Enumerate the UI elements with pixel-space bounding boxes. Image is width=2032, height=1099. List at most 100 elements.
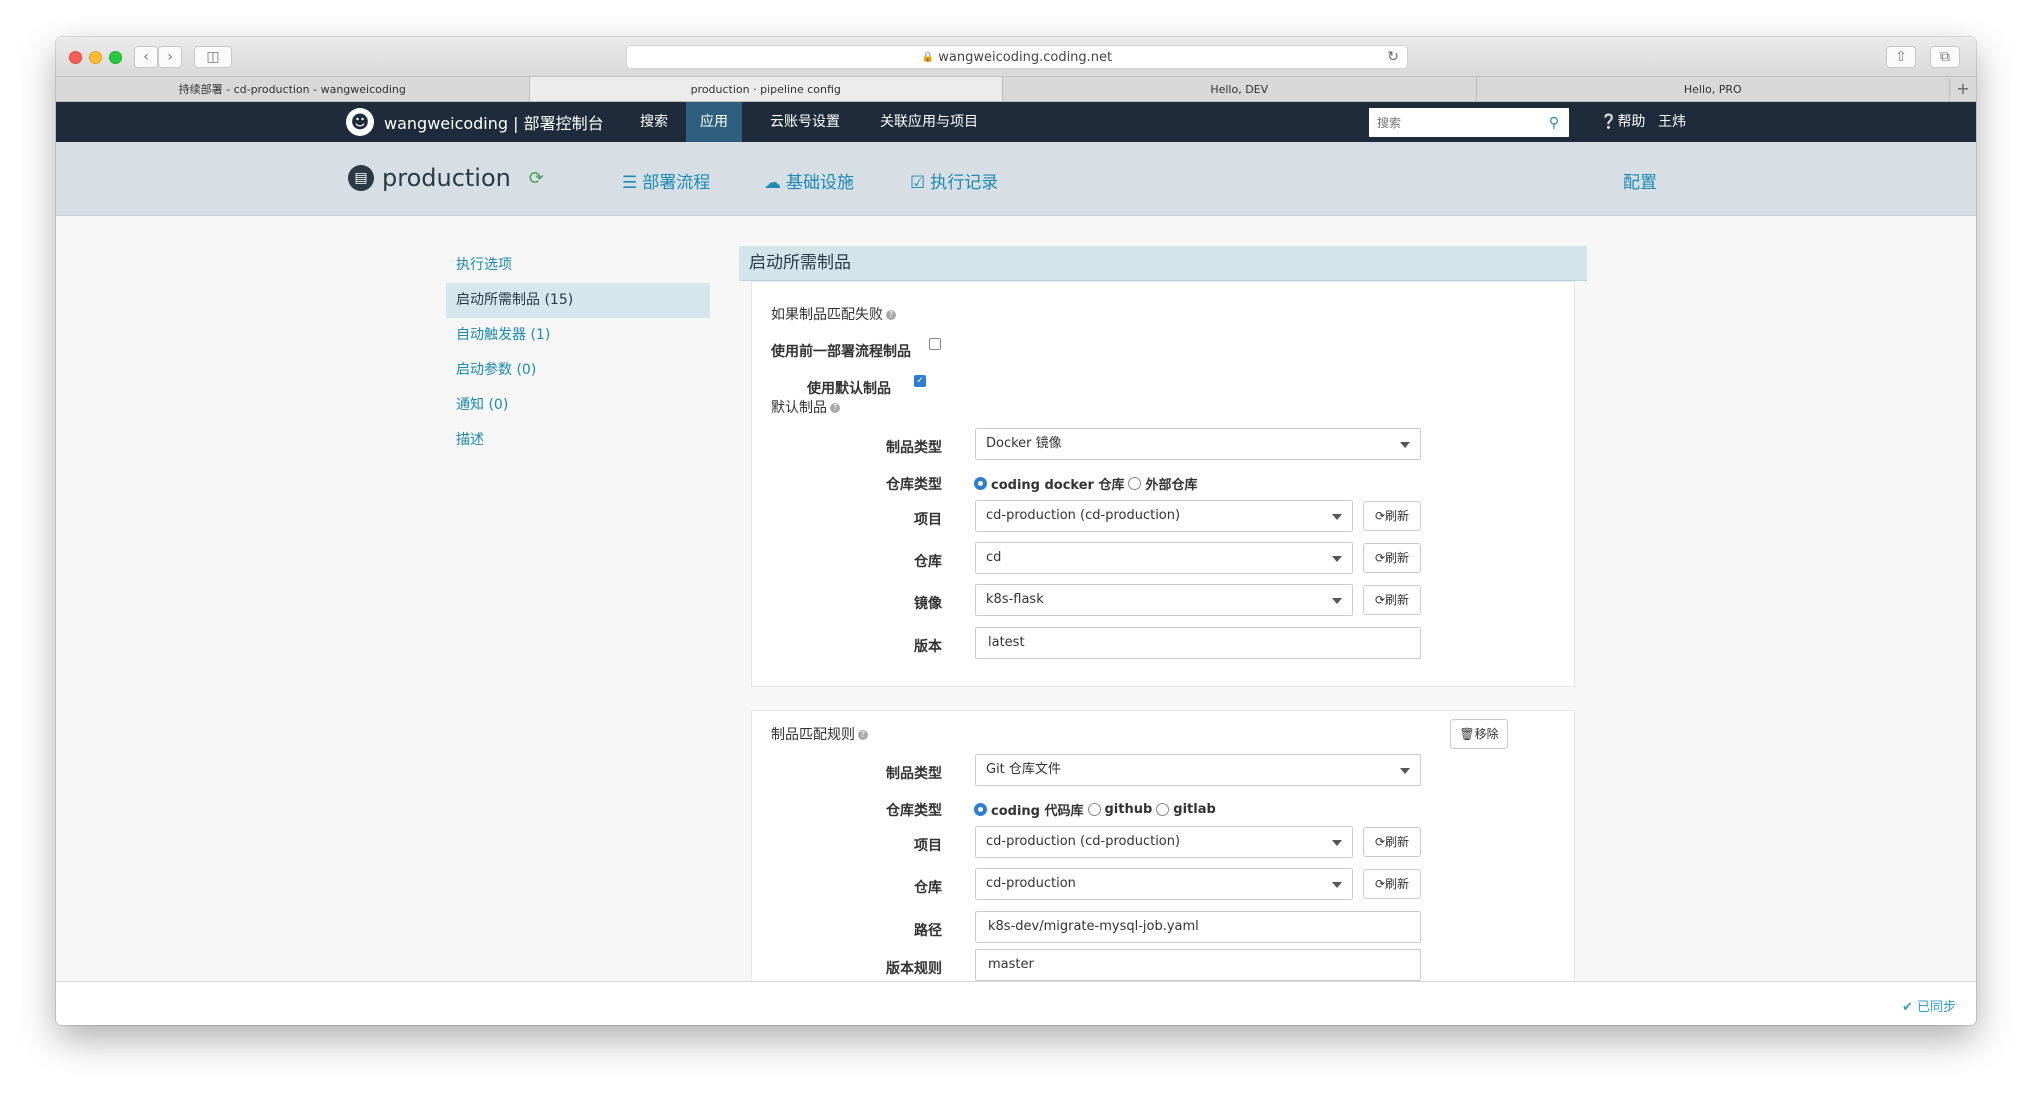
side-item-triggers[interactable]: 自动触发器 (1) bbox=[446, 318, 710, 353]
radio-label: gitlab bbox=[1173, 802, 1216, 817]
radio-external-repo[interactable] bbox=[1128, 477, 1142, 490]
radio-coding-repo[interactable] bbox=[974, 803, 987, 816]
refresh-icon: ⟳ bbox=[1374, 509, 1386, 523]
search-input[interactable] bbox=[1369, 109, 1539, 136]
radio-coding-docker[interactable] bbox=[974, 477, 987, 490]
pipeline-header: ▤ production ⟳ ☰ 部署流程 ☁ 基础设施 ☑ 执行记录 配置 bbox=[56, 142, 1976, 216]
repo-label: 仓库 bbox=[914, 554, 942, 570]
use-prev-label: 使用前一部署流程制品 bbox=[771, 344, 911, 360]
project-select[interactable]: cd-production (cd-production) bbox=[975, 500, 1353, 532]
nav-item-cloud-accounts[interactable]: 云账号设置 bbox=[756, 102, 854, 142]
pipeline-title: ▤ production ⟳ bbox=[348, 164, 544, 192]
refresh-icon[interactable]: ⟳ bbox=[529, 168, 544, 189]
browser-tab[interactable]: Hello, PRO bbox=[1477, 77, 1950, 101]
repo-label: 仓库 bbox=[914, 880, 942, 896]
browser-tab-bar: 持续部署 - cd-production - wangweicoding pro… bbox=[56, 77, 1976, 102]
list-icon: ☰ bbox=[622, 173, 638, 193]
refresh-repo-button[interactable]: ⟳刷新 bbox=[1363, 543, 1421, 573]
radio-label: coding 代码库 bbox=[991, 804, 1084, 819]
chevron-down-icon bbox=[1400, 442, 1410, 448]
fail-label: 如果制品匹配失败? bbox=[771, 304, 896, 324]
radio-label: github bbox=[1104, 802, 1153, 817]
rule-label: 制品匹配规则? bbox=[771, 724, 868, 744]
tab-config[interactable]: 配置 bbox=[1623, 168, 1657, 193]
nav-item-linked-projects[interactable]: 关联应用与项目 bbox=[866, 102, 992, 142]
help-icon[interactable]: ? bbox=[858, 730, 868, 740]
side-item-artifacts[interactable]: 启动所需制品 (15) bbox=[446, 283, 710, 318]
version-rule-input[interactable]: master bbox=[975, 949, 1421, 981]
side-item-parameters[interactable]: 启动参数 (0) bbox=[446, 353, 710, 388]
search-icon[interactable]: ⚲ bbox=[1539, 115, 1569, 131]
image-label: 镜像 bbox=[914, 596, 942, 612]
refresh-repo-button[interactable]: ⟳刷新 bbox=[1363, 869, 1421, 899]
chevron-down-icon bbox=[1332, 882, 1342, 888]
radio-github[interactable] bbox=[1087, 803, 1101, 816]
use-prev-checkbox[interactable] bbox=[929, 338, 941, 350]
radio-gitlab[interactable] bbox=[1156, 803, 1170, 816]
repo-select[interactable]: cd bbox=[975, 542, 1353, 574]
project-label: 项目 bbox=[914, 512, 942, 528]
type-label: 制品类型 bbox=[886, 766, 942, 782]
remove-rule-button[interactable]: 🗑移除 bbox=[1450, 719, 1508, 749]
top-navbar: ☻ wangweicoding | 部署控制台 搜索 应用 云账号设置 关联应用… bbox=[56, 102, 1976, 142]
chevron-down-icon bbox=[1332, 840, 1342, 846]
tab-pipeline-flow[interactable]: ☰ 部署流程 bbox=[622, 168, 710, 193]
repo-select[interactable]: cd-production bbox=[975, 868, 1353, 900]
close-window-button[interactable] bbox=[69, 51, 82, 64]
address-bar[interactable]: 🔒 wangweicoding.coding.net ↻ bbox=[626, 45, 1408, 69]
use-default-checkbox[interactable]: ✓ bbox=[914, 375, 926, 387]
search-box: ⚲ bbox=[1369, 108, 1569, 137]
radio-label: 外部仓库 bbox=[1145, 478, 1198, 493]
browser-tab[interactable]: Hello, DEV bbox=[1003, 77, 1477, 101]
project-select[interactable]: cd-production (cd-production) bbox=[975, 826, 1353, 858]
side-item-execution-options[interactable]: 执行选项 bbox=[446, 248, 710, 283]
config-side-menu: 执行选项 启动所需制品 (15) 自动触发器 (1) 启动参数 (0) 通知 (… bbox=[446, 248, 710, 458]
minimize-window-button[interactable] bbox=[89, 51, 102, 64]
help-icon[interactable]: ? bbox=[830, 403, 840, 413]
tab-infrastructure[interactable]: ☁ 基础设施 bbox=[764, 168, 854, 193]
repo-type-radio-group: coding docker 仓库 外部仓库 bbox=[974, 474, 1202, 493]
user-menu[interactable]: 王炜 bbox=[1658, 102, 1686, 142]
browser-tab-active[interactable]: production · pipeline config bbox=[529, 77, 1003, 101]
refresh-icon: ⟳ bbox=[1374, 593, 1386, 607]
path-input[interactable]: k8s-dev/migrate-mysql-job.yaml bbox=[975, 911, 1421, 943]
use-default-label: 使用默认制品 bbox=[807, 381, 891, 397]
nav-item-search[interactable]: 搜索 bbox=[626, 102, 682, 142]
section-title: 启动所需制品 bbox=[739, 246, 1587, 281]
status-bar: ✔ 已同步 bbox=[56, 981, 1976, 1025]
refresh-project-button[interactable]: ⟳刷新 bbox=[1363, 501, 1421, 531]
sidebar-toggle-icon[interactable]: ◫ bbox=[194, 46, 232, 68]
chevron-down-icon bbox=[1332, 598, 1342, 604]
forward-icon[interactable]: › bbox=[158, 46, 182, 68]
default-artifact-card: 如果制品匹配失败? 使用前一部署流程制品 使用默认制品 ✓ 默认制品? 制品类型… bbox=[751, 281, 1575, 687]
artifact-type-select[interactable]: Git 仓库文件 bbox=[975, 754, 1421, 786]
chevron-down-icon bbox=[1332, 514, 1342, 520]
reload-icon[interactable]: ↻ bbox=[1387, 49, 1399, 65]
help-link[interactable]: ❔帮助 bbox=[1600, 102, 1645, 142]
tabs-overview-icon[interactable]: ⧉ bbox=[1930, 46, 1960, 68]
logo-icon: ☻ bbox=[346, 108, 374, 136]
back-icon[interactable]: ‹ bbox=[134, 46, 158, 68]
refresh-image-button[interactable]: ⟳刷新 bbox=[1363, 585, 1421, 615]
chevron-down-icon bbox=[1332, 556, 1342, 562]
artifact-type-select[interactable]: Docker 镜像 bbox=[975, 428, 1421, 460]
repo-type-label: 仓库类型 bbox=[886, 477, 942, 493]
side-item-description[interactable]: 描述 bbox=[446, 423, 710, 458]
share-icon[interactable]: ⇧ bbox=[1886, 46, 1916, 68]
nav-item-apps[interactable]: 应用 bbox=[686, 102, 742, 142]
type-label: 制品类型 bbox=[886, 440, 942, 456]
repo-type-label: 仓库类型 bbox=[886, 803, 942, 819]
version-label: 版本 bbox=[914, 639, 942, 655]
help-icon[interactable]: ? bbox=[886, 310, 896, 320]
project-label: 项目 bbox=[914, 838, 942, 854]
image-select[interactable]: k8s-flask bbox=[975, 584, 1353, 616]
version-input[interactable]: latest bbox=[975, 627, 1421, 659]
new-tab-icon[interactable]: + bbox=[1950, 77, 1976, 101]
zoom-window-button[interactable] bbox=[109, 51, 122, 64]
brand[interactable]: ☻ wangweicoding | 部署控制台 bbox=[346, 108, 604, 136]
refresh-project-button[interactable]: ⟳刷新 bbox=[1363, 827, 1421, 857]
repo-type-radio-group: coding 代码库 github gitlab bbox=[974, 800, 1220, 819]
tab-execution-history[interactable]: ☑ 执行记录 bbox=[910, 168, 998, 193]
side-item-notifications[interactable]: 通知 (0) bbox=[446, 388, 710, 423]
browser-tab[interactable]: 持续部署 - cd-production - wangweicoding bbox=[56, 77, 530, 101]
